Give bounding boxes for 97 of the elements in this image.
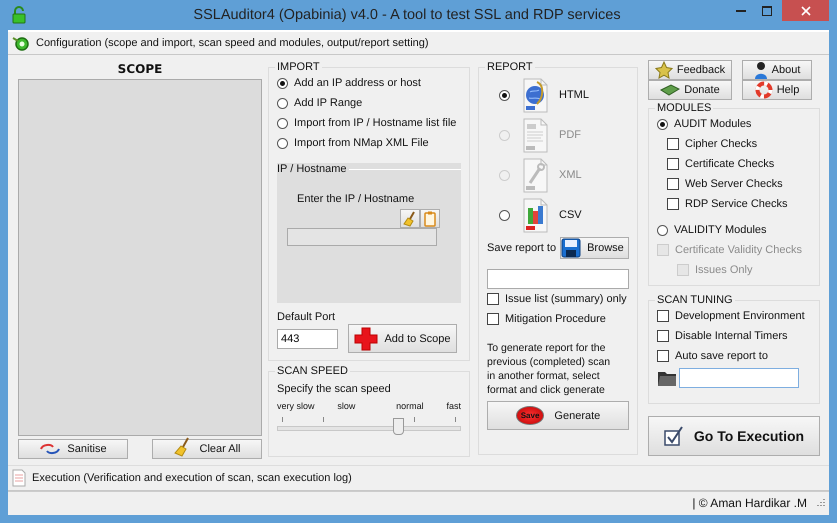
document-icon xyxy=(522,118,549,152)
ip-input-field[interactable] xyxy=(287,228,437,246)
window-title: SSLAuditor4 (Opabinia) v4.0 - A tool to test SSL and RDP services xyxy=(192,7,622,23)
option-label: Mitigation Procedure xyxy=(505,313,606,325)
format-label: HTML xyxy=(559,89,589,101)
close-icon xyxy=(800,6,810,16)
group-title: IMPORT xyxy=(276,61,321,73)
report-path-field[interactable] xyxy=(487,269,629,289)
resize-grip-icon xyxy=(815,498,825,508)
option-label: Issue list (summary) only xyxy=(505,293,627,305)
lifebuoy-icon xyxy=(754,81,773,99)
group-title: REPORT xyxy=(486,61,534,73)
close-button[interactable] xyxy=(782,0,829,21)
option-label: Add IP Range xyxy=(294,97,362,109)
tick-label: fast xyxy=(446,401,461,411)
option-label: Certificate Checks xyxy=(685,158,774,170)
checkbox[interactable] xyxy=(657,350,669,362)
option-label: Web Server Checks xyxy=(685,178,783,190)
option-label: Cipher Checks xyxy=(685,138,758,150)
option-label: Auto save report to xyxy=(675,350,768,362)
clear-all-button[interactable]: Clear All xyxy=(152,439,262,459)
option-label: RDP Service Checks xyxy=(685,198,788,210)
star-icon xyxy=(654,61,673,79)
browse-button[interactable]: Browse xyxy=(560,237,629,259)
save-icon: Save xyxy=(516,406,544,425)
section-header[interactable]: Configuration (scope and import, scan speed and modules, output/report setting) xyxy=(36,37,429,49)
checkbox[interactable] xyxy=(667,158,679,170)
checkbox[interactable] xyxy=(487,293,499,305)
clear-button[interactable] xyxy=(400,209,420,228)
toolbar-button[interactable]: About xyxy=(742,60,812,80)
port-input-field[interactable]: 443 xyxy=(277,328,338,348)
floppy-icon xyxy=(561,238,582,258)
option-label: AUDIT Modules xyxy=(674,118,752,130)
option-label: Import from IP / Hostname list file xyxy=(294,117,456,129)
group-title: SCAN SPEED xyxy=(276,365,349,377)
document-icon xyxy=(522,198,549,232)
group-title: SCAN TUNING xyxy=(656,294,734,306)
format-label: CSV xyxy=(559,209,582,221)
checkbox[interactable] xyxy=(657,330,669,342)
info-text: To generate report for the previous (completed) scan in another format, select format and click generate xyxy=(487,341,612,397)
generate-button[interactable]: Save Generate xyxy=(487,401,629,430)
group-title: MODULES xyxy=(656,102,712,114)
swirl-icon xyxy=(39,443,62,455)
radio-button[interactable] xyxy=(657,224,668,236)
tick-label: normal xyxy=(396,401,424,411)
toolbar-button[interactable]: Donate xyxy=(648,80,732,100)
radio-button[interactable] xyxy=(277,98,288,108)
option-label: Add an IP address or host xyxy=(294,77,421,89)
field-label: Save report to xyxy=(487,242,556,254)
checkbox[interactable] xyxy=(667,178,679,190)
slider-thumb[interactable] xyxy=(393,418,404,435)
option-label: Disable Internal Timers xyxy=(675,330,788,342)
radio-button[interactable] xyxy=(277,78,288,88)
sanitise-button[interactable]: Sanitise xyxy=(18,439,128,459)
clipboard-icon xyxy=(424,210,436,226)
plus-icon xyxy=(354,326,378,350)
go-to-execution-button[interactable]: Go To Execution xyxy=(648,416,820,456)
auto-save-path-field[interactable] xyxy=(679,368,799,388)
checkbox-tick-icon xyxy=(664,426,684,446)
format-label: PDF xyxy=(559,129,581,141)
option-label: Development Environment xyxy=(675,310,805,322)
field-label: Specify the scan speed xyxy=(277,383,392,395)
toolbar-button[interactable]: Help xyxy=(742,80,812,100)
radio-button[interactable] xyxy=(499,210,510,220)
document-icon xyxy=(12,469,26,487)
checkbox[interactable] xyxy=(487,313,499,325)
tick-label: very slow xyxy=(277,401,315,411)
checkbox[interactable] xyxy=(657,310,669,322)
radio-button[interactable] xyxy=(277,138,288,148)
maximize-icon xyxy=(762,6,772,16)
section-header[interactable]: Execution (Verification and execution of scan, scan execution log) xyxy=(32,472,352,484)
add-to-scope-button[interactable]: Add to Scope xyxy=(348,324,457,353)
minimize-icon xyxy=(736,10,746,12)
field-label: Default Port xyxy=(277,311,336,323)
folder-icon xyxy=(657,369,677,387)
field-label: Enter the IP / Hostname xyxy=(297,193,416,205)
status-text: | © Aman Hardikar .M xyxy=(692,496,807,510)
tick-label: slow xyxy=(337,401,356,411)
broom-icon xyxy=(403,210,417,226)
radio-button[interactable] xyxy=(657,118,668,130)
option-label: Import from NMap XML File xyxy=(294,137,429,149)
document-icon xyxy=(522,78,549,112)
toolbar-button[interactable]: Feedback xyxy=(648,60,732,80)
paste-button[interactable] xyxy=(420,209,440,228)
radio-button[interactable] xyxy=(277,118,288,128)
checkbox[interactable] xyxy=(667,198,679,210)
option-label: VALIDITY Modules xyxy=(674,224,767,236)
option-label: Certificate Validity Checks xyxy=(675,244,802,256)
scope-title: SCOPE xyxy=(116,62,164,76)
checkbox[interactable] xyxy=(667,138,679,150)
panel-title: IP / Hostname xyxy=(277,163,346,175)
document-icon xyxy=(522,158,549,192)
padlock-icon xyxy=(12,6,26,24)
person-icon xyxy=(754,61,768,79)
radio-button[interactable] xyxy=(499,90,510,100)
format-label: XML xyxy=(559,169,582,181)
option-label: Issues Only xyxy=(695,264,752,276)
